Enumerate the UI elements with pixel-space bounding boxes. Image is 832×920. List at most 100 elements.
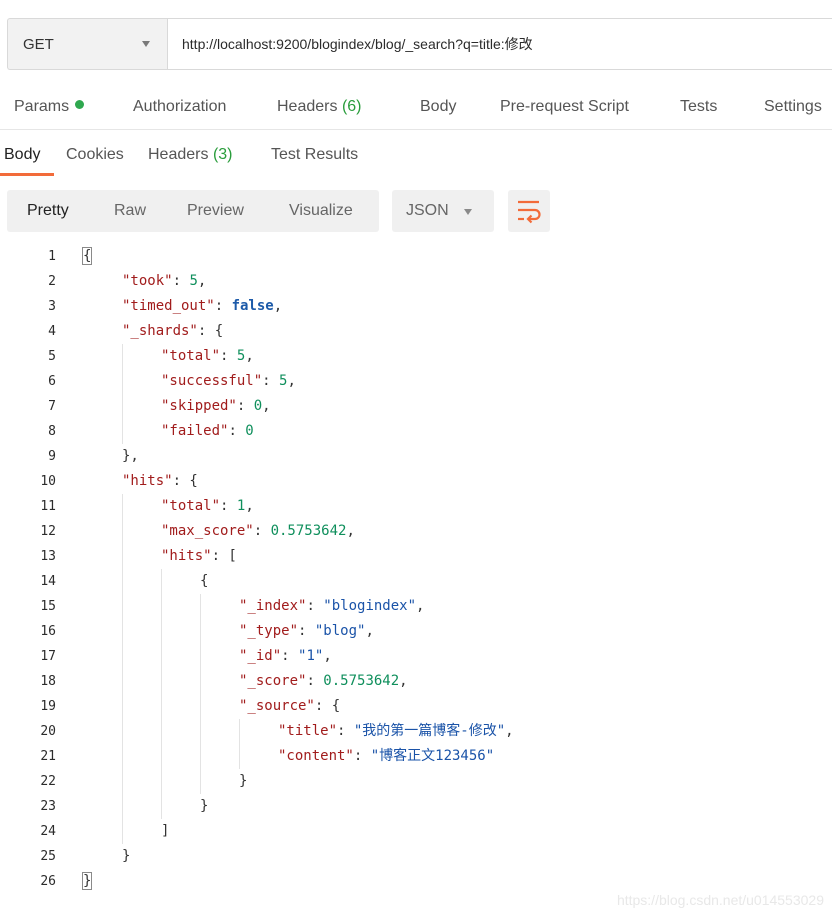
code-line: 11 "total": 1,: [0, 494, 832, 519]
code-line: 17 "_id": "1",: [0, 644, 832, 669]
tab-settings[interactable]: Settings: [764, 98, 822, 116]
code-token: : {: [197, 323, 224, 339]
code-text: ]: [161, 819, 169, 844]
tab-headers[interactable]: Headers (6): [277, 98, 362, 116]
line-number: 20: [40, 724, 56, 739]
code-token: ,: [346, 523, 355, 539]
code-text: "successful": 5,: [161, 369, 296, 394]
tab-pre-request-script[interactable]: Pre-request Script: [500, 98, 629, 116]
code-text: "_source": {: [239, 694, 340, 719]
code-text: "_id": "1",: [239, 644, 332, 669]
line-number: 6: [48, 374, 56, 389]
code-token: :: [214, 298, 232, 314]
code-token: "_index": [239, 598, 307, 614]
code-token: 0: [245, 423, 254, 439]
code-token: ,: [505, 723, 514, 739]
code-token: :: [298, 623, 315, 639]
code-token: }: [200, 798, 209, 814]
code-token: :: [220, 498, 237, 514]
code-token: {: [200, 573, 209, 589]
response-tab-headers[interactable]: Headers (3): [148, 146, 233, 164]
code-line: 6 "successful": 5,: [0, 369, 832, 394]
tab-tests[interactable]: Tests: [680, 98, 717, 116]
line-number: 4: [48, 324, 56, 339]
code-token: ,: [197, 273, 207, 289]
code-line: 22}: [0, 769, 832, 794]
response-tab-test-results[interactable]: Test Results: [271, 146, 358, 164]
tab-authorization[interactable]: Authorization: [133, 98, 226, 116]
code-text: "content": "博客正文123456": [278, 744, 494, 769]
code-text: "max_score": 0.5753642,: [161, 519, 355, 544]
code-line: 5 "total": 5,: [0, 344, 832, 369]
code-token: :: [228, 423, 246, 439]
code-text: "skipped": 0,: [161, 394, 271, 419]
wrap-lines-button[interactable]: [508, 190, 550, 232]
code-text: "failed": 0: [161, 419, 254, 444]
code-text: },: [122, 444, 139, 469]
format-select[interactable]: JSON: [392, 190, 494, 232]
code-line: 15 "_index": "blogindex",: [0, 594, 832, 619]
code-line: 8 "failed": 0: [0, 419, 832, 444]
line-number: 18: [40, 674, 56, 689]
code-text: "timed_out": false,: [122, 294, 282, 319]
code-token: :: [220, 348, 237, 364]
code-line: 26}: [0, 869, 832, 894]
line-number: 26: [40, 874, 56, 889]
response-tab-cookies[interactable]: Cookies: [66, 146, 124, 164]
code-token: "total": [161, 348, 221, 364]
method-label: GET: [23, 35, 54, 53]
code-token: "博客正文123456": [370, 748, 495, 764]
code-text: }: [200, 794, 208, 819]
code-line: 14 {: [0, 569, 832, 594]
code-text: "_type": "blog",: [239, 619, 374, 644]
code-line: 16 "_type": "blog",: [0, 619, 832, 644]
code-line: 4 "_shards": {: [0, 319, 832, 344]
code-token: "took": [122, 273, 173, 289]
code-text: "_shards": {: [122, 319, 223, 344]
tab-body[interactable]: Body: [420, 98, 456, 116]
code-token: ,: [262, 398, 271, 414]
code-line: 3 "timed_out": false,: [0, 294, 832, 319]
view-preview-button[interactable]: Preview: [187, 202, 244, 220]
request-tabs: Params Authorization Headers (6) Body Pr…: [0, 88, 832, 130]
method-select[interactable]: GET: [7, 18, 167, 70]
code-token: 0.5753642: [270, 523, 347, 539]
tab-params-label: Params: [14, 98, 70, 115]
line-number: 7: [48, 399, 56, 414]
line-number: 21: [40, 749, 56, 764]
code-token: :: [172, 273, 190, 289]
tab-params[interactable]: Params: [14, 98, 85, 116]
code-line: 9},: [0, 444, 832, 469]
code-text: {: [81, 244, 93, 269]
code-token: "content": [278, 748, 354, 764]
params-status-dot-icon: [75, 100, 85, 109]
line-number: 13: [40, 549, 56, 564]
line-number: 15: [40, 599, 56, 614]
view-visualize-button[interactable]: Visualize: [289, 202, 353, 220]
code-token: ,: [416, 598, 425, 614]
line-number: 22: [40, 774, 56, 789]
code-token: }: [239, 773, 248, 789]
view-mode-group: Pretty Raw Preview Visualize: [7, 190, 379, 232]
response-body-code[interactable]: 1{2 "took": 5, 3 "timed_out": false, 4 "_shar…: [0, 244, 832, 904]
url-input[interactable]: http://localhost:9200/blogindex/blog/_se…: [167, 18, 832, 70]
code-text: }: [239, 769, 247, 794]
code-token: "title": [278, 723, 338, 739]
response-tab-body[interactable]: Body: [4, 146, 40, 164]
code-text: }: [81, 869, 93, 894]
code-token: "total": [161, 498, 221, 514]
code-token: "1": [298, 648, 324, 664]
code-token: }: [81, 872, 93, 890]
line-number: 10: [40, 474, 56, 489]
code-token: "successful": [161, 373, 263, 389]
code-token: "blog": [314, 623, 366, 639]
response-tab-headers-count: (3): [212, 146, 233, 163]
view-pretty-button[interactable]: Pretty: [27, 202, 69, 220]
code-token: "max_score": [161, 523, 254, 539]
view-raw-button[interactable]: Raw: [114, 202, 146, 220]
code-line: 24]: [0, 819, 832, 844]
code-line: 1{: [0, 244, 832, 269]
code-token: }: [122, 848, 131, 864]
line-number: 1: [48, 249, 56, 264]
line-number: 2: [48, 274, 56, 289]
